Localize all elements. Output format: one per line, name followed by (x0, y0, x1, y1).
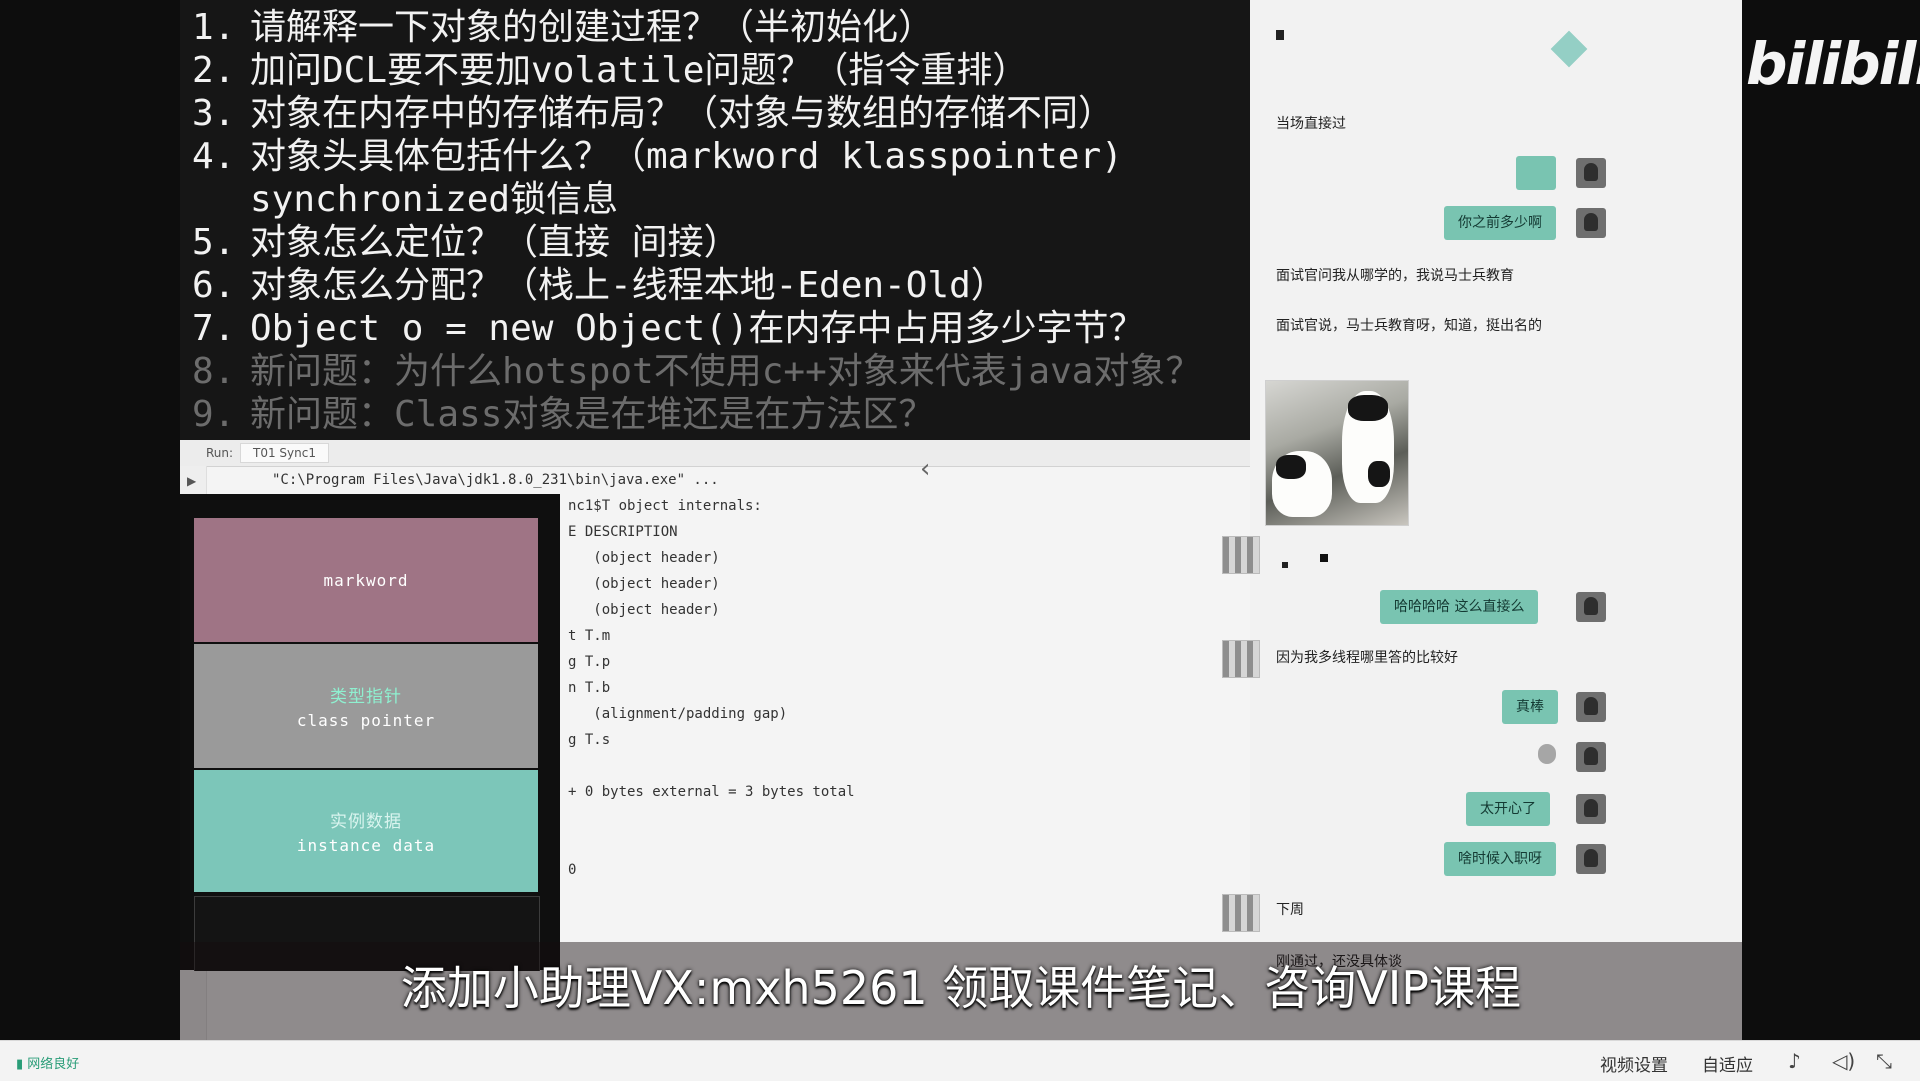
console-line: E DESCRIPTION (568, 524, 678, 540)
chat-message-left: 面试官问我从哪学的，我说马士兵教育 (1276, 268, 1514, 284)
sticker-icon (1538, 744, 1556, 764)
chat-message-left: 当场直接过 (1276, 116, 1346, 132)
console-line: + 0 bytes external = 3 bytes total (568, 784, 855, 800)
video-settings-button[interactable]: 视频设置 (1600, 1051, 1668, 1076)
avatar (1576, 158, 1606, 188)
console-line: g T.s (568, 732, 611, 748)
question-list: 1. 请解释一下对象的创建过程？（半初始化） 2. 加问DCL要不要加volatil… (180, 0, 1250, 436)
console-line: t T.m (568, 628, 611, 644)
instance-data-cn-label: 实例数据 (330, 812, 402, 832)
exit-fullscreen-icon[interactable]: ⤡ (1876, 1049, 1892, 1073)
console-line: (alignment/padding gap) (568, 706, 788, 722)
avatar (1576, 692, 1606, 722)
avatar (1222, 536, 1260, 574)
question-item: 4. 对象头具体包括什么？（markword klasspointer) (192, 136, 1123, 177)
adaptive-quality-button[interactable]: 自适应 (1702, 1051, 1753, 1076)
chat-mark (1320, 554, 1328, 562)
app-watermark-icon (1550, 30, 1588, 68)
chat-emoji-bubble (1516, 156, 1556, 190)
cat-photo (1265, 380, 1409, 526)
chat-message-right: 真棒 (1502, 690, 1558, 724)
console-line: 0 (568, 862, 577, 878)
console-line: nc1$T object internals: (568, 498, 762, 514)
class-pointer-block: 类型指针 class pointer (194, 644, 538, 768)
bilibili-logo: bilibili (1746, 30, 1920, 98)
question-item: 7. Object o = new Object()在内存中占用多少字节？ (192, 308, 1145, 349)
chat-message-right: 哈哈哈哈 这么直接么 (1380, 590, 1539, 624)
question-item: 2. 加问DCL要不要加volatile问题？（指令重排） (192, 50, 1029, 91)
markword-block: markword (194, 518, 538, 642)
avatar (1576, 794, 1606, 824)
console-line: g T.p (568, 654, 611, 670)
run-toolbar: Run: T01 Sync1 (180, 440, 1250, 467)
question-item: 3. 对象在内存中的存储布局？（对象与数组的存储不同） (192, 93, 1115, 134)
chat-message-right: 啥时候入职呀 (1444, 842, 1556, 876)
avatar (1222, 894, 1260, 932)
run-config-tab[interactable]: T01 Sync1 (240, 443, 329, 463)
chat-message-right: 太开心了 (1466, 792, 1550, 826)
instance-data-label: instance data (296, 836, 436, 855)
signal-icon: ▮ (16, 1057, 28, 1072)
class-pointer-label: class pointer (296, 711, 436, 730)
microphone-icon[interactable]: ♪ (1788, 1049, 1801, 1073)
avatar (1222, 640, 1260, 678)
chevron-left-icon[interactable]: ‹ (920, 454, 930, 484)
question-item-new: 8. 新问题：为什么hotspot不使用c++对象来代表java对象？ (192, 351, 1202, 392)
object-layout-diagram: markword 类型指针 class pointer 实例数据 instanc… (180, 494, 560, 971)
console-line: (object header) (568, 550, 720, 566)
volume-icon[interactable]: ◁) (1832, 1049, 1855, 1073)
network-status: ▮ 网络良好 (16, 1057, 80, 1072)
chat-message-left: 面试官说，马士兵教育呀，知道，挺出名的 (1276, 318, 1542, 334)
question-item-new: 9. 新问题：Class对象是在堆还是在方法区？ (192, 394, 935, 435)
markword-label: markword (323, 570, 409, 590)
avatar (1576, 208, 1606, 238)
chat-message-left: 下周 (1276, 902, 1304, 918)
run-label: Run: (206, 446, 234, 460)
chat-mark (1276, 30, 1284, 40)
chat-message-right: 你之前多少啊 (1444, 206, 1556, 240)
question-item: 1. 请解释一下对象的创建过程？（半初始化） (192, 7, 935, 48)
avatar (1576, 844, 1606, 874)
console-line: (object header) (568, 576, 720, 592)
console-line: "C:\Program Files\Java\jdk1.8.0_231\bin\… (272, 472, 719, 488)
play-icon[interactable]: ▶ (187, 474, 196, 488)
promo-subtitle: 添加小助理VX:mxh5261 领取课件笔记、咨询VIP课程 (400, 961, 1522, 1015)
avatar (1576, 742, 1606, 772)
chat-mark (1282, 562, 1288, 568)
cat-figure (1342, 391, 1394, 503)
player-control-bar: ▮ 网络良好 视频设置 自适应 ♪ ◁) ⤡ (0, 1040, 1920, 1081)
question-item: 5. 对象怎么定位？（直接 间接） (192, 222, 740, 263)
class-pointer-cn-label: 类型指针 (330, 687, 402, 707)
console-line: (object header) (568, 602, 720, 618)
console-line: n T.b (568, 680, 611, 696)
question-item: 6. 对象怎么分配？（栈上-线程本地-Eden-Old） (192, 265, 1007, 306)
question-item: synchronized锁信息 (250, 179, 619, 220)
cat-figure (1272, 451, 1332, 517)
avatar (1576, 592, 1606, 622)
question-slide: 1. 请解释一下对象的创建过程？（半初始化） 2. 加问DCL要不要加volatil… (180, 0, 1252, 440)
chat-message-left: 因为我多线程哪里答的比较好 (1276, 650, 1458, 666)
instance-data-block: 实例数据 instance data (194, 770, 538, 892)
